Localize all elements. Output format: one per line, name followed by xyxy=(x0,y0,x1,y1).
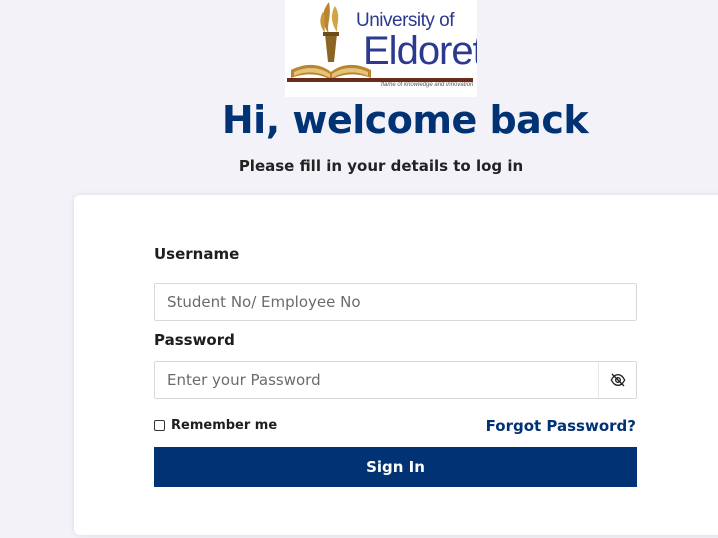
university-logo: University of Eldoret flame of knowledge… xyxy=(285,0,477,97)
password-visibility-toggle[interactable] xyxy=(598,362,637,398)
eye-off-icon xyxy=(610,373,626,387)
login-page: University of Eldoret flame of knowledge… xyxy=(0,0,718,538)
remember-me-checkbox[interactable] xyxy=(154,420,165,431)
remember-me[interactable]: Remember me xyxy=(154,418,277,433)
logo-eldoret-text: Eldoret xyxy=(363,29,477,73)
forgot-password-link[interactable]: Forgot Password? xyxy=(486,417,636,435)
sign-in-button[interactable]: Sign In xyxy=(154,447,637,487)
username-input[interactable] xyxy=(154,283,637,321)
logo-motto: flame of knowledge and innovation xyxy=(381,82,474,88)
password-label: Password xyxy=(154,331,235,349)
login-card: Username Password Remember me Forgot Pas… xyxy=(74,195,718,535)
page-title: Hi, welcome back xyxy=(221,98,589,142)
remember-me-label: Remember me xyxy=(171,418,278,433)
page-subtitle: Please fill in your details to log in xyxy=(238,157,524,175)
password-input[interactable] xyxy=(154,361,637,399)
username-label: Username xyxy=(154,245,240,263)
